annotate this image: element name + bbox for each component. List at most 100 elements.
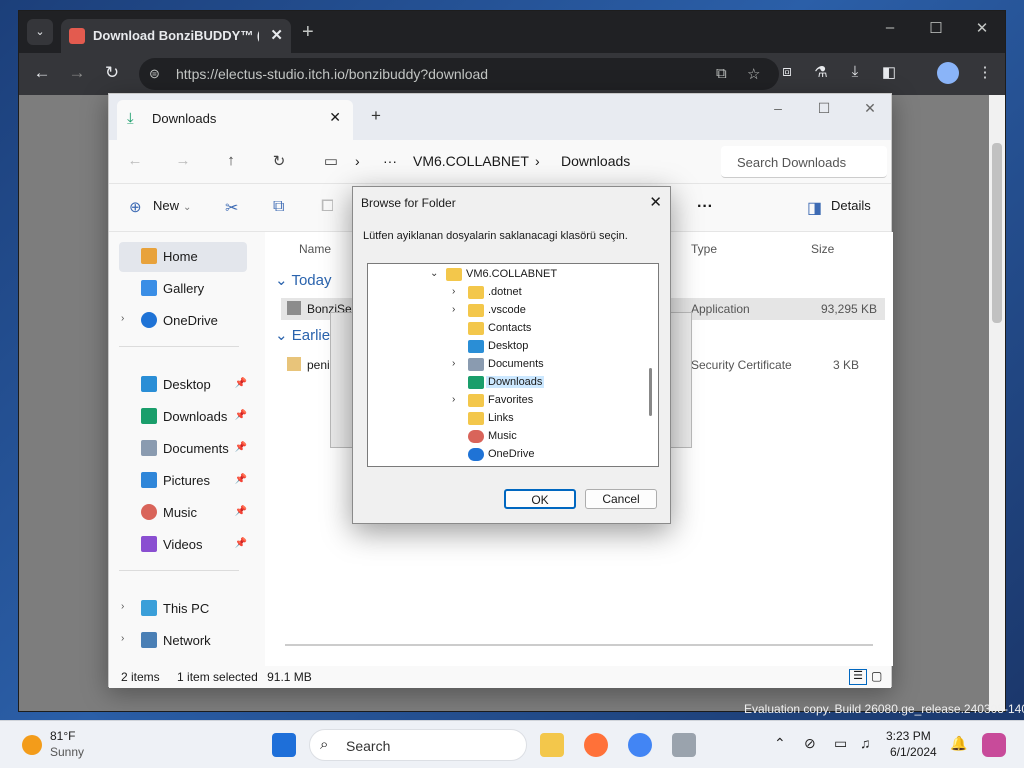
new-plus-icon[interactable]: ⊕: [129, 198, 142, 216]
forward-icon[interactable]: →: [171, 152, 195, 169]
chrome-icon[interactable]: [628, 733, 652, 757]
close-window-icon[interactable]: ✕: [959, 19, 1005, 37]
back-icon[interactable]: ←: [123, 152, 147, 169]
sidebar-item-label: Desktop: [163, 377, 211, 392]
page-scrollbar[interactable]: [989, 95, 1005, 711]
folder-icon: [468, 322, 484, 335]
site-info-icon[interactable]: ⊜: [149, 66, 160, 82]
sun-weather-icon[interactable]: [22, 735, 42, 755]
clock-date[interactable]: 6/1/2024: [890, 745, 937, 759]
search-input[interactable]: Search Downloads: [721, 146, 887, 178]
downloads-icon: [141, 408, 157, 424]
clock-time[interactable]: 3:23 PM: [886, 729, 931, 743]
browser-tab[interactable]: Download BonziBUDDY™ (NEW ✕: [61, 19, 291, 53]
bookmark-star-icon[interactable]: ☆: [747, 65, 760, 83]
tab-search-dropdown[interactable]: ⌄: [27, 19, 53, 45]
page-scrollbar-thumb[interactable]: [992, 143, 1002, 323]
sidebar-item-downloads[interactable]: Downloads 📌: [119, 402, 247, 432]
group-header-earlier[interactable]: ⌄ Earlier: [275, 326, 335, 344]
file-explorer-icon[interactable]: [540, 733, 564, 757]
display-icon[interactable]: ▭: [834, 735, 847, 752]
breadcrumb-item[interactable]: VM6.COLLABNET: [413, 153, 529, 169]
taskbar-search[interactable]: ⌕ Search: [309, 729, 527, 761]
network-icon[interactable]: ⊘: [804, 735, 816, 752]
show-hidden-icons-icon[interactable]: ⌃: [774, 735, 786, 752]
close-tab-icon[interactable]: ✕: [270, 26, 283, 44]
minimize-icon[interactable]: –: [755, 100, 801, 116]
this-pc-icon[interactable]: ▭: [319, 152, 343, 170]
close-tab-icon[interactable]: ✕: [329, 109, 341, 126]
maximize-icon[interactable]: ☐: [801, 100, 847, 117]
up-icon[interactable]: ↑: [219, 152, 243, 169]
sidebar-item-music[interactable]: Music 📌: [119, 498, 247, 528]
copilot-icon[interactable]: [982, 733, 1006, 757]
sidebar-item-onedrive[interactable]: › OneDrive: [119, 306, 247, 336]
breadcrumb-more-icon[interactable]: ···: [383, 153, 397, 169]
download-icon[interactable]: ⤓: [843, 63, 867, 80]
installer-app-icon[interactable]: [672, 733, 696, 757]
cancel-button[interactable]: Cancel: [585, 489, 657, 509]
chevron-right-icon[interactable]: ›: [452, 394, 464, 405]
refresh-icon[interactable]: ↻: [267, 152, 291, 170]
weather-description[interactable]: Sunny: [50, 745, 84, 759]
tree-scrollbar[interactable]: [649, 368, 652, 416]
back-icon[interactable]: ←: [29, 63, 55, 83]
minimize-icon[interactable]: –: [867, 19, 913, 36]
address-bar[interactable]: ⊜ https://electus-studio.itch.io/bonzibu…: [139, 58, 779, 90]
new-button-label[interactable]: New: [153, 198, 179, 213]
labs-icon[interactable]: ⚗: [809, 63, 833, 81]
close-window-icon[interactable]: ✕: [847, 100, 893, 117]
menu-kebab-icon[interactable]: ⋮: [973, 63, 997, 81]
extensions-icon[interactable]: ⧈: [775, 63, 799, 80]
maximize-icon[interactable]: ☐: [913, 19, 959, 37]
tiles-view-icon[interactable]: ▢: [871, 669, 882, 683]
chevron-right-icon[interactable]: ›: [121, 633, 124, 644]
side-panel-icon[interactable]: ◧: [877, 63, 901, 81]
sidebar-item-videos[interactable]: Videos 📌: [119, 530, 247, 560]
sidebar-item-network[interactable]: › Network: [119, 626, 247, 656]
details-view-icon[interactable]: ☰: [849, 669, 867, 685]
group-header-today[interactable]: ⌄ Today: [275, 271, 332, 289]
breadcrumb-item[interactable]: Downloads: [561, 153, 630, 169]
chevron-right-icon[interactable]: ›: [452, 286, 464, 297]
profile-avatar-icon[interactable]: [937, 62, 959, 84]
chevron-right-icon[interactable]: ›: [452, 358, 464, 369]
column-header-type[interactable]: Type: [691, 242, 717, 256]
new-tab-icon[interactable]: +: [302, 21, 314, 44]
explorer-tab[interactable]: ⤓ Downloads ✕: [117, 100, 353, 140]
copy-icon[interactable]: ⧉: [273, 198, 284, 216]
ok-button[interactable]: OK: [504, 489, 576, 509]
new-tab-icon[interactable]: +: [371, 106, 381, 126]
chevron-right-icon[interactable]: ›: [121, 601, 124, 612]
reload-icon[interactable]: ↻: [99, 63, 125, 83]
sidebar-item-this-pc[interactable]: › This PC: [119, 594, 247, 624]
sidebar-item-label: Music: [163, 505, 197, 520]
cast-icon[interactable]: ⧉: [716, 65, 727, 82]
paste-icon[interactable]: ⧠: [321, 198, 334, 216]
horizontal-scrollbar[interactable]: [285, 644, 873, 646]
sidebar-item-gallery[interactable]: Gallery: [119, 274, 247, 304]
more-options-icon[interactable]: ···: [697, 198, 713, 216]
notification-bell-icon[interactable]: 🔔: [950, 735, 967, 752]
folder-tree[interactable]: ⌄ VM6.COLLABNET › .dotnet › .vscode Cont…: [367, 263, 659, 467]
details-button-label[interactable]: Details: [831, 198, 871, 213]
column-header-size[interactable]: Size: [811, 242, 834, 256]
chevron-right-icon[interactable]: ›: [452, 304, 464, 315]
sidebar-item-documents[interactable]: Documents 📌: [119, 434, 247, 464]
sidebar-item-pictures[interactable]: Pictures 📌: [119, 466, 247, 496]
chevron-right-icon[interactable]: ›: [121, 313, 124, 324]
volume-icon[interactable]: ♫: [860, 735, 871, 751]
firefox-icon[interactable]: [584, 733, 608, 757]
forward-icon[interactable]: →: [64, 63, 90, 83]
details-pane-icon[interactable]: ◨: [807, 198, 822, 218]
column-header-name[interactable]: Name: [299, 242, 331, 256]
browser-tab-title: Download BonziBUDDY™ (NEW: [93, 28, 259, 43]
start-windows-icon[interactable]: [272, 733, 296, 757]
sidebar-item-desktop[interactable]: Desktop 📌: [119, 370, 247, 400]
close-icon[interactable]: ✕: [649, 193, 662, 211]
chevron-down-icon[interactable]: ⌄: [430, 268, 442, 279]
weather-temperature[interactable]: 81°F: [50, 729, 75, 743]
sidebar-item-label: This PC: [163, 601, 210, 616]
sidebar-item-home[interactable]: Home: [119, 242, 247, 272]
cut-icon[interactable]: ✂: [225, 198, 238, 218]
